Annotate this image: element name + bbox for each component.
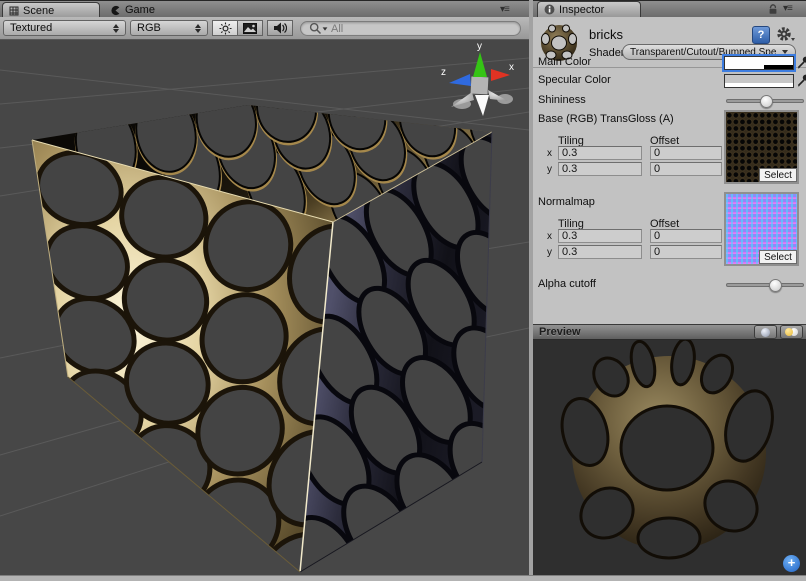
base-texture-select-button[interactable]: Select bbox=[759, 168, 797, 182]
unity-editor-window: Scene Game ▾≡ Textured RGB bbox=[0, 0, 806, 581]
search-input[interactable] bbox=[331, 23, 501, 35]
lock-icon[interactable] bbox=[767, 3, 779, 15]
tab-game-label: Game bbox=[125, 4, 155, 16]
light-dot-icon bbox=[785, 328, 793, 336]
bricks-cube-object[interactable] bbox=[28, 69, 529, 575]
normal-texture-thumbnail[interactable]: Select bbox=[724, 192, 799, 266]
window-bottom-edge bbox=[0, 575, 806, 581]
base-y-label: y bbox=[547, 164, 552, 175]
gizmo-y-axis[interactable] bbox=[473, 52, 487, 77]
shader-label: Shader bbox=[589, 47, 624, 59]
scene-lighting-toggle[interactable] bbox=[212, 20, 238, 36]
help-icon[interactable]: ? bbox=[752, 26, 770, 44]
color-mode-dropdown[interactable]: RGB bbox=[130, 20, 208, 36]
tab-scene[interactable]: Scene bbox=[2, 2, 100, 18]
search-filter-caret-icon[interactable] bbox=[323, 27, 328, 30]
scene-pane-tabbar: Scene Game ▾≡ bbox=[0, 0, 529, 17]
normal-offset-y-input[interactable] bbox=[650, 245, 722, 259]
tab-scene-label: Scene bbox=[23, 5, 54, 17]
normal-offset-x-input[interactable] bbox=[650, 229, 722, 243]
gizmo-y-label: y bbox=[477, 41, 482, 52]
sun-icon bbox=[219, 22, 232, 35]
inspector-pane-menu-icon[interactable]: ▾≡ bbox=[783, 3, 792, 14]
normal-y-label: y bbox=[547, 247, 552, 258]
inspector-pane: Inspector ▾≡ bbox=[533, 0, 806, 575]
base-offset-x-input[interactable] bbox=[650, 146, 722, 160]
preview-title: Preview bbox=[539, 326, 754, 338]
base-offset-y-input[interactable] bbox=[650, 162, 722, 176]
base-tiling-y-input[interactable] bbox=[558, 162, 642, 176]
gear-menu-icon[interactable] bbox=[776, 26, 796, 43]
base-tiling-x-input[interactable] bbox=[558, 146, 642, 160]
inspector-tabbar: Inspector ▾≡ bbox=[533, 0, 806, 17]
eyedropper-icon[interactable] bbox=[797, 73, 806, 87]
info-icon bbox=[544, 4, 555, 15]
shininess-label: Shininess bbox=[538, 94, 586, 106]
magnifier-icon bbox=[309, 22, 322, 35]
scene-pane-menu-icon[interactable]: ▾≡ bbox=[500, 4, 509, 15]
scene-rendermode-button[interactable] bbox=[237, 20, 263, 36]
tab-game[interactable]: Game bbox=[110, 2, 155, 18]
main-color-label: Main Color bbox=[538, 56, 591, 68]
specular-color-swatch[interactable] bbox=[724, 74, 794, 88]
normal-x-label: x bbox=[547, 231, 552, 242]
shininess-slider[interactable] bbox=[726, 99, 804, 103]
preview-sphere-render bbox=[533, 340, 806, 575]
preview-sphere-button[interactable] bbox=[754, 325, 777, 339]
scene-audio-toggle[interactable] bbox=[267, 20, 293, 36]
gizmo-z-axis[interactable] bbox=[449, 74, 471, 86]
base-texture-thumbnail[interactable]: Select bbox=[724, 110, 799, 184]
normal-tiling-y-input[interactable] bbox=[558, 245, 642, 259]
game-icon bbox=[110, 5, 121, 16]
normal-tiling-x-input[interactable] bbox=[558, 229, 642, 243]
gizmo-x-axis[interactable] bbox=[491, 69, 510, 81]
popup-arrows-icon bbox=[113, 24, 119, 33]
tab-inspector[interactable]: Inspector bbox=[537, 1, 641, 17]
preview-lighting-button[interactable] bbox=[780, 325, 803, 339]
popup-arrows-icon bbox=[195, 24, 201, 33]
base-map-label: Base (RGB) TransGloss (A) bbox=[538, 113, 674, 125]
alpha-cutoff-label: Alpha cutoff bbox=[538, 278, 596, 290]
material-name: bricks bbox=[589, 27, 623, 42]
scene-viewport[interactable]: y z x bbox=[0, 40, 529, 575]
gizmo-x-label: x bbox=[509, 62, 514, 73]
sphere-icon bbox=[761, 328, 770, 337]
specular-color-alpha-bar bbox=[725, 83, 793, 87]
main-color-swatch[interactable] bbox=[724, 56, 794, 70]
color-mode-value: RGB bbox=[137, 22, 189, 34]
alpha-cutoff-slider-handle[interactable] bbox=[769, 279, 782, 292]
base-x-label: x bbox=[547, 148, 552, 159]
image-icon bbox=[243, 23, 257, 34]
scene-toolbar: Textured RGB bbox=[0, 17, 529, 40]
alpha-cutoff-slider[interactable] bbox=[726, 283, 804, 287]
normalmap-label: Normalmap bbox=[538, 196, 595, 208]
gizmo-z-label: z bbox=[441, 67, 446, 78]
main-color-alpha-bar bbox=[725, 65, 793, 69]
eyedropper-icon[interactable] bbox=[797, 55, 806, 69]
preview-add-button[interactable]: + bbox=[783, 555, 800, 572]
speaker-icon bbox=[273, 22, 287, 34]
draw-mode-dropdown[interactable]: Textured bbox=[3, 20, 126, 36]
scene-search-field[interactable] bbox=[300, 21, 521, 36]
tab-inspector-label: Inspector bbox=[559, 4, 604, 16]
scene-grid-icon bbox=[9, 6, 19, 16]
preview-area[interactable]: + bbox=[533, 340, 806, 575]
preview-header[interactable]: Preview bbox=[533, 324, 806, 340]
draw-mode-value: Textured bbox=[10, 22, 107, 34]
shininess-slider-handle[interactable] bbox=[760, 95, 773, 108]
specular-color-label: Specular Color bbox=[538, 74, 611, 86]
shader-caret-icon bbox=[782, 50, 788, 54]
normal-texture-select-button[interactable]: Select bbox=[759, 250, 797, 264]
scene-gizmo[interactable]: y z x bbox=[441, 41, 514, 116]
